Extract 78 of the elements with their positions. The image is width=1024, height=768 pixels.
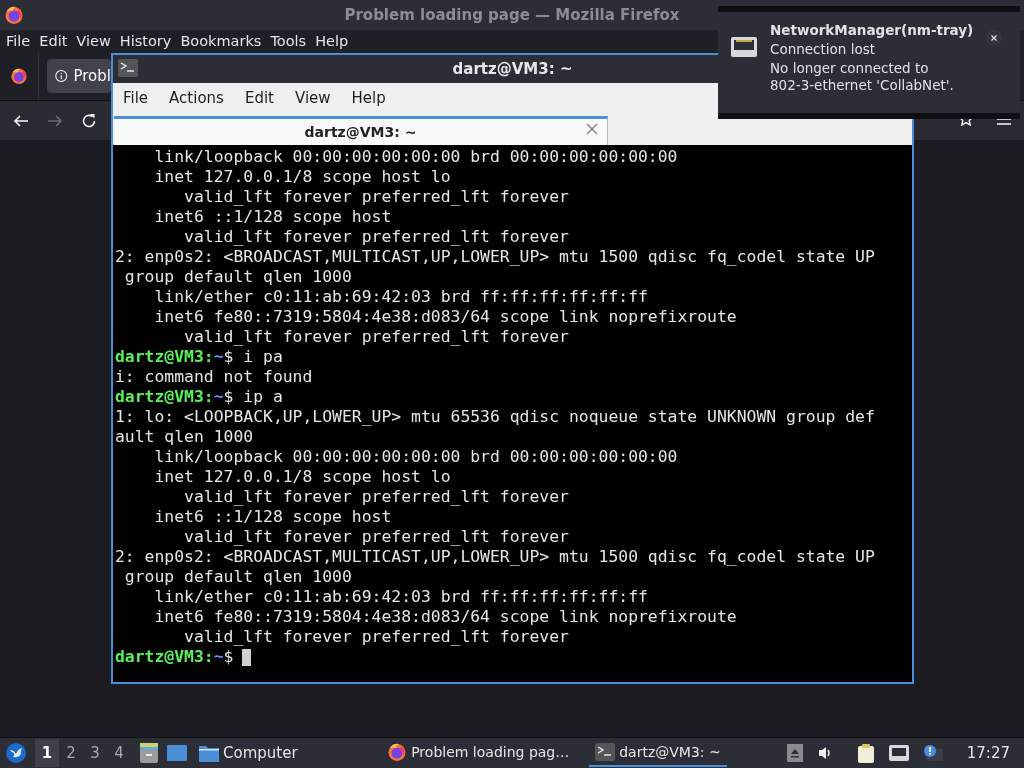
menu-item[interactable]: History: [115, 33, 177, 49]
menu-item[interactable]: View: [289, 89, 341, 107]
alert-icon[interactable]: [922, 744, 943, 762]
command-text: $ i pa: [223, 347, 283, 367]
notification-summary: Connection lost: [770, 41, 876, 57]
prompt-path: ~: [213, 387, 224, 407]
network-port-icon: [730, 36, 758, 60]
folder-icon: [199, 744, 219, 762]
menu-item[interactable]: Actions: [164, 89, 234, 107]
menu-item[interactable]: Help: [311, 33, 354, 49]
terminal-output: link/loopback 00:00:00:00:00:00 brd 00:00:00:00:00:00: [153, 447, 678, 467]
terminal-output: inet6 ::1/128 scope host: [153, 507, 392, 527]
terminal-output: inet 127.0.0.1/8 scope host lo: [153, 467, 451, 487]
terminal-icon: [595, 743, 616, 761]
terminal-output: 1: lo: <LOOPBACK,UP,LOWER_UP> mtu 65536 qdisc noqueue state UNKNOWN group def: [115, 407, 875, 427]
places-button[interactable]: Computer: [193, 744, 304, 762]
workspace-button[interactable]: 1: [35, 739, 59, 767]
terminal-icon: [118, 59, 138, 77]
workspace-button[interactable]: 3: [83, 739, 107, 767]
clock[interactable]: 17:27: [966, 744, 1010, 762]
terminal-output: inet6 fe80::7319:5804:4e38:d083/64 scope link noprefixroute: [153, 607, 737, 627]
terminal-output: inet 127.0.0.1/8 scope host lo: [153, 167, 451, 187]
notification-body: No longer connected to: [770, 60, 930, 77]
menu-item[interactable]: Help: [346, 89, 396, 107]
file-cabinet-icon[interactable]: [139, 742, 159, 764]
terminal-output: inet6 fe80::7319:5804:4e38:d083/64 scope link noprefixroute: [153, 307, 737, 327]
prompt-user: dartz@VM3:: [115, 387, 214, 407]
menu-item[interactable]: File: [118, 89, 159, 107]
terminal-output: group default qlen 1000: [123, 567, 352, 587]
menu-item[interactable]: View: [72, 33, 116, 49]
menu-item[interactable]: Bookmarks: [176, 33, 267, 49]
prompt-path: ~: [213, 347, 224, 367]
close-icon[interactable]: [585, 122, 599, 136]
window-title: dartz@VM3: ~: [452, 60, 573, 78]
terminal-output: link/loopback 00:00:00:00:00:00 brd 00:00:00:00:00:00: [153, 147, 678, 167]
terminal-output: ault qlen 1000: [115, 427, 254, 447]
prompt-user: dartz@VM3:: [115, 347, 214, 367]
info-icon: [55, 68, 68, 84]
browser-tab[interactable]: Probl: [47, 59, 111, 93]
notification-body: 802-3-ethernet 'CollabNet'.: [770, 77, 955, 94]
firefox-icon: [387, 742, 408, 762]
reload-icon[interactable]: [80, 111, 98, 130]
menu-item[interactable]: File: [2, 33, 36, 49]
workspace-button[interactable]: 4: [107, 739, 131, 767]
menu-item[interactable]: Tools: [266, 33, 312, 49]
prompt-path: ~: [213, 647, 224, 667]
eject-icon[interactable]: [786, 744, 803, 762]
terminal-output: link/ether c0:11:ab:69:42:03 brd ff:ff:ff:ff:ff:ff: [153, 587, 648, 607]
terminal-output: 2: enp0s2: <BROADCAST,MULTICAST,UP,LOWER_UP> mtu 1500 qdisc fq_codel state UP: [115, 247, 875, 267]
close-icon[interactable]: [986, 30, 1002, 46]
command-text: $: [223, 647, 234, 667]
terminal-output: link/ether c0:11:ab:69:42:03 brd ff:ff:ff:ff:ff:ff: [153, 287, 648, 307]
window-title: Problem loading page — Mozilla Firefox: [344, 6, 680, 24]
terminal-output: valid_lft forever preferred_lft forever: [183, 227, 569, 247]
menu-item[interactable]: Edit: [239, 89, 284, 107]
terminal-output: valid_lft forever preferred_lft forever: [183, 627, 569, 647]
volume-icon[interactable]: [816, 745, 833, 761]
clipboard-icon[interactable]: [856, 743, 875, 763]
terminal-tab[interactable]: dartz@VM3: ~: [114, 116, 608, 145]
notification-title: NetworkManager(nm-tray): [770, 22, 974, 38]
workspace-button[interactable]: 2: [59, 739, 83, 767]
terminal-output: 2: enp0s2: <BROADCAST,MULTICAST,UP,LOWER_UP> mtu 1500 qdisc fq_codel state UP: [115, 547, 875, 567]
task-button[interactable]: dartz@VM3: ~: [589, 739, 727, 767]
firefox-icon[interactable]: [10, 67, 28, 85]
menu-item[interactable]: Edit: [35, 33, 73, 49]
terminal-output: inet6 ::1/128 scope host: [153, 207, 392, 227]
command-text: $ ip a: [223, 387, 283, 407]
terminal-output: valid_lft forever preferred_lft forever: [183, 487, 569, 507]
bird-logo-icon[interactable]: [5, 742, 27, 764]
terminal-output: valid_lft forever preferred_lft forever: [183, 327, 569, 347]
firefox-icon[interactable]: [4, 5, 24, 25]
terminal-output: group default qlen 1000: [123, 267, 352, 287]
task-button[interactable]: Problem loading pag…: [381, 739, 576, 767]
prompt-user: dartz@VM3:: [115, 647, 214, 667]
terminal-output: valid_lft forever preferred_lft forever: [183, 527, 569, 547]
terminal-output: i: command not found: [115, 367, 313, 387]
network-port-icon[interactable]: [888, 745, 909, 761]
terminal-output: valid_lft forever preferred_lft forever: [183, 187, 569, 207]
